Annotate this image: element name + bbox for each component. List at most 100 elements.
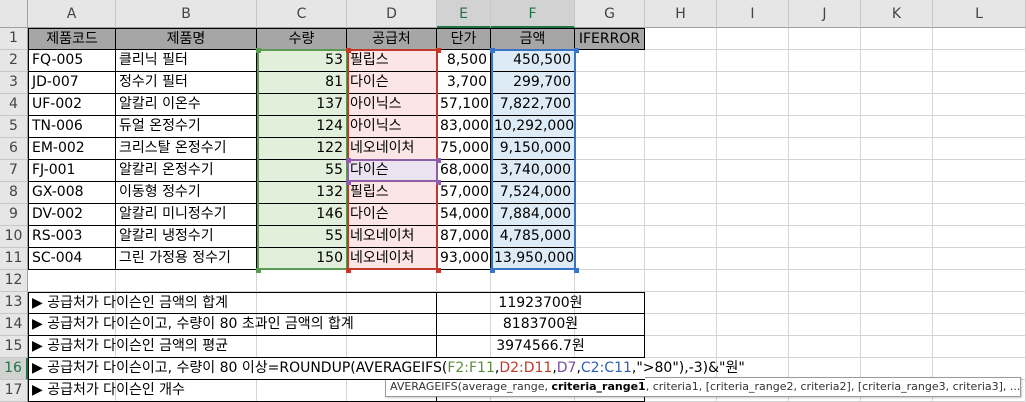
cell-product-name[interactable]: 알칼리 이온수 — [116, 94, 257, 116]
cell-unit-price[interactable]: 54,000 — [437, 204, 491, 226]
spreadsheet-grid[interactable]: A B C D E F G H I J K L 1 2 3 4 5 6 7 8 9 10 11 12 13 14 15 16 17 제품코… — [0, 0, 1026, 402]
grid-cell[interactable] — [116, 270, 257, 292]
cell-amount[interactable]: 3,740,000 — [491, 160, 575, 182]
cell-product-name[interactable]: 이동형 정수기 — [116, 182, 257, 204]
grid-cell[interactable] — [645, 248, 717, 270]
cell-code[interactable]: DV-002 — [28, 204, 116, 226]
grid-cell[interactable] — [575, 204, 645, 226]
grid-cell[interactable] — [861, 72, 933, 94]
grid-cell[interactable] — [717, 314, 789, 336]
row-header-11[interactable]: 11 — [0, 248, 28, 270]
select-all-corner[interactable] — [0, 0, 28, 28]
cell-product-name[interactable]: 알칼리 냉정수기 — [116, 226, 257, 248]
row-header-16[interactable]: 16 — [0, 358, 28, 380]
cell-unit-price[interactable]: 8,500 — [437, 50, 491, 72]
grid-cell[interactable] — [789, 336, 861, 358]
cell-unit-price[interactable]: 75,000 — [437, 138, 491, 160]
grid-cell[interactable] — [861, 336, 933, 358]
cell-product-name[interactable]: 알칼리 미니정수기 — [116, 204, 257, 226]
grid-cell[interactable] — [789, 182, 861, 204]
grid-cell[interactable] — [933, 72, 1026, 94]
grid-cell[interactable] — [717, 226, 789, 248]
row-header-13[interactable]: 13 — [0, 292, 28, 314]
cell-supplier[interactable]: 다이슨 — [347, 204, 437, 226]
cell-quantity[interactable]: 55 — [257, 226, 347, 248]
grid-cell[interactable] — [717, 248, 789, 270]
summary-value[interactable]: 8183700원 — [437, 314, 645, 336]
row-header-2[interactable]: 2 — [0, 50, 28, 72]
header-cell-a[interactable]: 제품코드 — [28, 28, 116, 50]
grid-cell[interactable] — [789, 248, 861, 270]
grid-cell[interactable] — [645, 336, 717, 358]
cell-quantity[interactable]: 55 — [257, 160, 347, 182]
grid-cell[interactable] — [257, 270, 347, 292]
grid-cell[interactable] — [645, 28, 717, 50]
row-header-17[interactable]: 17 — [0, 380, 28, 402]
grid-cell[interactable] — [575, 94, 645, 116]
cell-quantity[interactable]: 122 — [257, 138, 347, 160]
grid-cell[interactable] — [933, 226, 1026, 248]
grid-cell[interactable] — [717, 336, 789, 358]
summary-label[interactable]: ▶ 공급처가 다이슨인 금액의 평균 — [28, 336, 437, 358]
grid-cell[interactable] — [861, 248, 933, 270]
grid-cell[interactable] — [645, 94, 717, 116]
grid-cell[interactable] — [645, 116, 717, 138]
grid-cell[interactable] — [645, 204, 717, 226]
row-header-8[interactable]: 8 — [0, 182, 28, 204]
row-header-10[interactable]: 10 — [0, 226, 28, 248]
grid-cell[interactable] — [717, 160, 789, 182]
grid-cell[interactable] — [861, 314, 933, 336]
column-header-c[interactable]: C — [257, 0, 347, 28]
summary-value[interactable]: 11923700원 — [437, 292, 645, 314]
grid-cell[interactable] — [717, 182, 789, 204]
cell-quantity[interactable]: 150 — [257, 248, 347, 270]
cell-amount[interactable]: 7,524,000 — [491, 182, 575, 204]
grid-cell[interactable] — [575, 138, 645, 160]
cell-code[interactable]: FQ-005 — [28, 50, 116, 72]
header-cell-d[interactable]: 공급처 — [347, 28, 437, 50]
cell-amount[interactable]: 7,884,000 — [491, 204, 575, 226]
grid-cell[interactable] — [717, 204, 789, 226]
grid-cell[interactable] — [933, 204, 1026, 226]
cell-unit-price[interactable]: 3,700 — [437, 72, 491, 94]
function-argument-tooltip[interactable]: AVERAGEIFS(average_range, criteria_range… — [385, 377, 1021, 397]
grid-cell[interactable] — [717, 94, 789, 116]
grid-cell[interactable] — [575, 160, 645, 182]
cell-amount[interactable]: 299,700 — [491, 72, 575, 94]
header-cell-f[interactable]: 금액 — [491, 28, 575, 50]
cell-supplier[interactable]: 필립스 — [347, 182, 437, 204]
grid-cell[interactable] — [789, 270, 861, 292]
grid-cell[interactable] — [645, 160, 717, 182]
cell-amount[interactable]: 13,950,000 — [491, 248, 575, 270]
grid-cell[interactable] — [789, 204, 861, 226]
summary-value[interactable]: 3974566.7원 — [437, 336, 645, 358]
row-header-3[interactable]: 3 — [0, 72, 28, 94]
cell-code[interactable]: UF-002 — [28, 94, 116, 116]
cell-product-name[interactable]: 크리스탈 온정수기 — [116, 138, 257, 160]
grid-cell[interactable] — [789, 314, 861, 336]
cell-code[interactable]: GX-008 — [28, 182, 116, 204]
grid-cell[interactable] — [789, 72, 861, 94]
header-cell-c[interactable]: 수량 — [257, 28, 347, 50]
grid-cell[interactable] — [933, 50, 1026, 72]
grid-cell[interactable] — [789, 94, 861, 116]
column-header-k[interactable]: K — [861, 0, 933, 28]
row-header-15[interactable]: 15 — [0, 336, 28, 358]
grid-cell[interactable] — [575, 72, 645, 94]
grid-cell[interactable] — [717, 270, 789, 292]
cell-amount[interactable]: 7,822,700 — [491, 94, 575, 116]
column-header-b[interactable]: B — [116, 0, 257, 28]
header-cell-g[interactable]: IFERROR — [575, 28, 645, 50]
cell-code[interactable]: FJ-001 — [28, 160, 116, 182]
cell-product-name[interactable]: 클리닉 필터 — [116, 50, 257, 72]
cell-supplier[interactable]: 네오네이처 — [347, 226, 437, 248]
cell-supplier[interactable]: 아이닉스 — [347, 116, 437, 138]
grid-cell[interactable] — [933, 270, 1026, 292]
cell-product-name[interactable]: 그린 가정용 정수기 — [116, 248, 257, 270]
grid-cell[interactable] — [491, 270, 575, 292]
grid-cell[interactable] — [717, 28, 789, 50]
column-header-f[interactable]: F — [491, 0, 575, 28]
grid-cell[interactable] — [717, 72, 789, 94]
column-header-e[interactable]: E — [437, 0, 491, 28]
cell-supplier[interactable]: 아이닉스 — [347, 94, 437, 116]
